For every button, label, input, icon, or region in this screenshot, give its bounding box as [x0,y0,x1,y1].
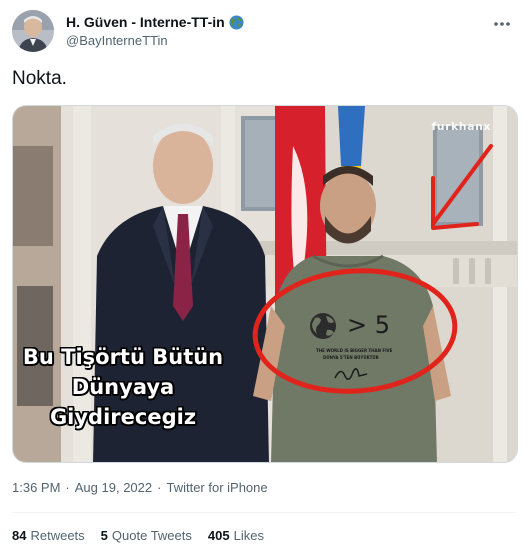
tweet-media-image[interactable]: furkhanx Bu Tişörtü Bütün Dünyaya Giydir… [12,105,518,463]
display-name-row: H. Güven - Interne-TT-in [66,12,244,32]
shirt-small-text-2: DÜNYA 5'TEN BÜYÜKTÜR [323,355,379,360]
shirt-symbol-text: > 5 [347,311,391,339]
user-handle[interactable]: @BayInterneTTin [66,33,244,48]
likes-label: Likes [233,528,264,543]
more-dots-icon [494,22,510,26]
retweets-stat[interactable]: 84 Retweets [12,528,85,543]
tweet-text: Nokta. [12,68,67,89]
likes-stat[interactable]: 405 Likes [208,528,264,543]
likes-count: 405 [207,528,230,543]
more-options-button[interactable] [488,14,516,34]
quote-tweets-stat[interactable]: 5 Quote Tweets [101,528,192,543]
globe-emoji-icon [229,14,244,30]
shirt-small-text-1: THE WORLD IS BIGGER THAN FIVE [316,348,393,353]
tweet-date[interactable]: Aug 19, 2022 [75,480,152,495]
retweets-count: 84 [12,528,27,543]
image-caption-line-3: Giydirecegiz [49,405,197,429]
meta-separator: · [65,480,70,495]
tweet-header: H. Güven - Interne-TT-in @BayInterneTTin [12,10,516,54]
tweet-stats: 84 Retweets 5 Quote Tweets 405 Likes [12,528,264,543]
avatar[interactable] [12,10,54,52]
tweet-metadata: 1:36 PM · Aug 19, 2022 · Twitter for iPh… [12,480,268,495]
tweet-card: H. Güven - Interne-TT-in @BayInterneTTin [0,0,528,548]
image-caption-line-2: Dünyaya [71,375,175,399]
image-watermark: furkhanx [431,120,491,133]
quote-tweets-count: 5 [100,528,108,543]
retweets-label: Retweets [30,528,85,543]
stats-divider [12,512,516,513]
tweet-time[interactable]: 1:36 PM [12,480,60,495]
display-name[interactable]: H. Güven - Interne-TT-in [66,14,225,30]
meta-separator-2: · [157,480,162,495]
tweet-source-link[interactable]: Twitter for iPhone [166,480,267,495]
user-names: H. Güven - Interne-TT-in @BayInterneTTin [66,12,244,48]
quote-tweets-label: Quote Tweets [111,528,192,543]
image-caption-line-1: Bu Tişörtü Bütün [22,345,224,369]
